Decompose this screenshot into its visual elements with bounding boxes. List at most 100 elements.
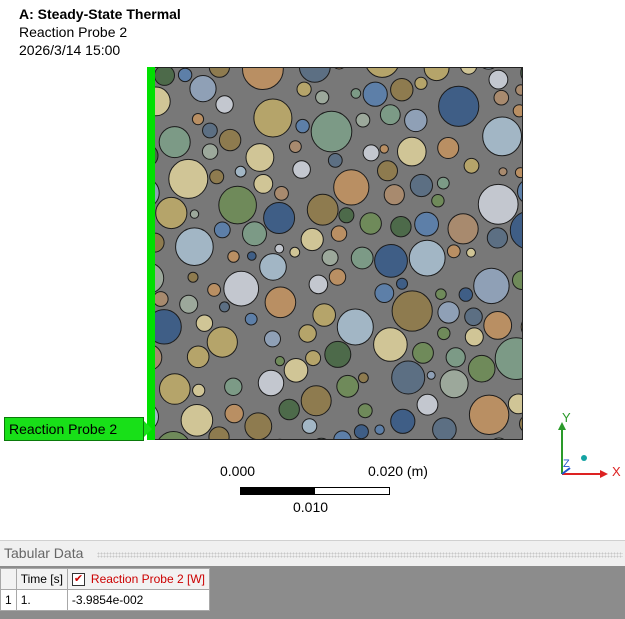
particle <box>180 404 214 437</box>
particle <box>488 69 509 90</box>
particle <box>483 311 513 340</box>
particle <box>482 116 522 157</box>
particle <box>396 136 427 167</box>
particle <box>512 270 522 290</box>
particle <box>187 271 199 283</box>
particle <box>274 243 285 254</box>
tabular-data-panel: Tabular Data Time [s] ✔ Reaction Probe 2 … <box>0 540 625 619</box>
particle <box>244 412 273 439</box>
particle <box>519 417 522 431</box>
coordinate-triad[interactable]: Y Z X <box>550 408 625 488</box>
particle <box>305 350 322 367</box>
particle <box>377 160 398 182</box>
result-name: Reaction Probe 2 <box>19 24 128 40</box>
particle <box>153 309 182 345</box>
tabular-data-title: Tabular Data <box>4 545 84 561</box>
particle <box>477 183 519 225</box>
particle <box>435 288 447 300</box>
particle <box>373 327 408 362</box>
particle <box>263 202 296 234</box>
row-number: 1 <box>0 589 17 611</box>
particle <box>359 212 382 235</box>
particle <box>466 247 476 258</box>
particle <box>333 430 352 439</box>
particle <box>153 291 169 307</box>
particle <box>202 122 218 139</box>
particle <box>358 372 369 384</box>
reaction-probe-label[interactable]: Reaction Probe 2 <box>4 417 152 441</box>
particle <box>328 268 347 286</box>
particle-composite-model[interactable] <box>152 67 523 440</box>
particle <box>209 169 225 185</box>
particle <box>218 128 242 152</box>
particle <box>277 438 282 439</box>
table-row[interactable]: 1 1. -3.9854e-002 <box>0 589 210 611</box>
scale-right-value: 0.020 (m) <box>368 463 428 479</box>
particle <box>464 307 483 327</box>
particle <box>336 374 360 398</box>
particle <box>391 360 426 395</box>
particle <box>308 274 329 295</box>
cell-time[interactable]: 1. <box>15 589 68 611</box>
particle <box>334 68 344 70</box>
column-visibility-checkbox[interactable]: ✔ <box>71 573 85 587</box>
particle <box>224 403 244 424</box>
particle <box>362 144 380 162</box>
analysis-title: A: Steady-State Thermal <box>19 6 181 22</box>
tabular-data-title-bar[interactable]: Tabular Data <box>0 540 625 566</box>
particle <box>158 126 191 159</box>
particle <box>154 68 175 86</box>
column-header-probe[interactable]: ✔ Reaction Probe 2 [W] <box>66 568 210 590</box>
column-header-time[interactable]: Time [s] <box>15 568 68 590</box>
particle <box>374 244 408 278</box>
particle <box>460 68 477 75</box>
particle <box>242 68 284 90</box>
triad-axes-icon <box>558 422 608 478</box>
particle <box>437 137 460 159</box>
particle <box>507 393 522 415</box>
particle <box>514 167 522 179</box>
particle <box>521 438 522 439</box>
particle <box>374 424 385 435</box>
scale-left-value: 0.000 <box>220 463 256 479</box>
particle <box>274 356 286 367</box>
row-number-header <box>0 568 17 590</box>
particle <box>353 424 369 439</box>
particle <box>253 98 293 138</box>
particle <box>224 377 243 396</box>
selected-boundary-edge[interactable] <box>147 67 155 440</box>
scale-middle-value: 0.010 <box>293 499 329 515</box>
particle <box>374 283 395 304</box>
particle <box>464 327 484 347</box>
tabular-data-table: Time [s] ✔ Reaction Probe 2 [W] 1 1. -3.9… <box>0 568 210 611</box>
particle <box>213 221 231 239</box>
graphics-viewport[interactable]: A: Steady-State Thermal Reaction Probe 2… <box>0 0 625 540</box>
particle <box>227 250 240 263</box>
particle <box>520 321 522 333</box>
particle <box>404 108 428 133</box>
particle <box>468 394 510 435</box>
particle <box>350 88 362 99</box>
particle <box>300 385 332 417</box>
particle <box>315 90 330 105</box>
particle <box>383 184 405 206</box>
particle <box>215 95 234 114</box>
particle <box>191 113 205 126</box>
particle <box>437 301 460 324</box>
particle <box>423 68 450 82</box>
particle <box>431 194 445 208</box>
scale-bar: 0.000 0.020 (m) 0.010 <box>220 463 450 523</box>
particle <box>357 403 373 419</box>
particle <box>316 437 327 439</box>
particle <box>289 246 301 258</box>
particle <box>355 112 371 128</box>
particle <box>195 314 214 332</box>
particle <box>296 81 312 97</box>
particle <box>515 84 522 96</box>
particle <box>192 383 206 397</box>
particle <box>333 169 370 206</box>
cell-probe-value[interactable]: -3.9854e-002 <box>66 589 210 611</box>
panel-grip[interactable] <box>97 552 623 558</box>
particle <box>208 68 230 78</box>
particle <box>445 347 466 368</box>
